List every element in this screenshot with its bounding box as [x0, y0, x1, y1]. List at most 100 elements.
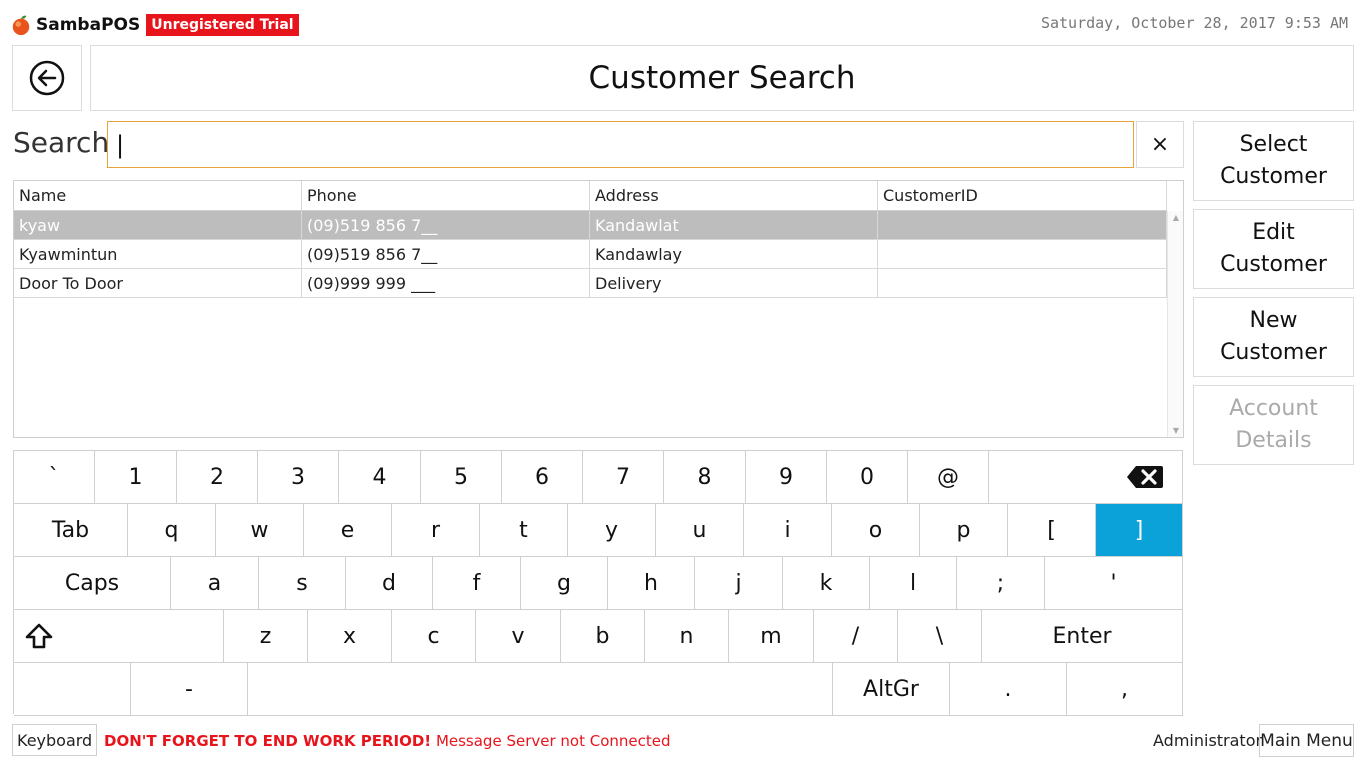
back-arrow-icon [29, 60, 65, 96]
back-button[interactable] [12, 45, 82, 111]
key-backspace[interactable] [989, 451, 1183, 504]
key-backslash[interactable]: \ [898, 610, 982, 663]
keyboard-row-3: Caps a s d f g h j k l ; ' [14, 557, 1183, 610]
apple-logo-icon [12, 15, 30, 36]
cell-phone: (09)519 856 7__ [302, 211, 590, 239]
scroll-down-icon[interactable]: ▼ [1168, 426, 1183, 435]
key-caps[interactable]: Caps [14, 557, 171, 610]
cell-name: Kyawmintun [14, 240, 302, 268]
cell-address: Delivery [590, 269, 878, 297]
cell-address: Kandawlat [590, 211, 878, 239]
on-screen-keyboard: ` 1 2 3 4 5 6 7 8 9 0 @ Tab q w e r t y … [13, 450, 1183, 716]
cell-phone: (09)519 856 7__ [302, 240, 590, 268]
key-altgr[interactable]: AltGr [833, 663, 950, 716]
key-a[interactable]: a [171, 557, 259, 610]
key-b[interactable]: b [561, 610, 645, 663]
customer-table: Name Phone Address CustomerID kyaw (09)5… [13, 180, 1184, 438]
key-h[interactable]: h [608, 557, 695, 610]
select-customer-button[interactable]: Select Customer [1193, 121, 1354, 201]
key-at[interactable]: @ [908, 451, 989, 504]
status-message: DON'T FORGET TO END WORK PERIOD! Message… [104, 732, 671, 750]
column-header-address[interactable]: Address [590, 181, 878, 210]
keyboard-row-5: - AltGr . , [14, 663, 1183, 716]
clear-search-button[interactable]: × [1136, 121, 1184, 168]
key-4[interactable]: 4 [339, 451, 421, 504]
cell-phone: (09)999 999 ___ [302, 269, 590, 297]
key-0[interactable]: 0 [827, 451, 908, 504]
keyboard-toggle-button[interactable]: Keyboard [12, 724, 98, 756]
key-g[interactable]: g [521, 557, 608, 610]
key-w[interactable]: w [216, 504, 304, 557]
new-customer-button[interactable]: New Customer [1193, 297, 1354, 377]
cell-customer-id [878, 211, 1167, 239]
key-period[interactable]: . [950, 663, 1067, 716]
key-i[interactable]: i [744, 504, 832, 557]
datetime: Saturday, October 28, 2017 9:53 AM [1040, 14, 1348, 32]
key-semicolon[interactable]: ; [957, 557, 1045, 610]
key-p[interactable]: p [920, 504, 1008, 557]
key-n[interactable]: n [645, 610, 729, 663]
key-x[interactable]: x [308, 610, 392, 663]
key-blank-left[interactable] [14, 663, 131, 716]
message-server-status: Message Server not Connected [435, 732, 671, 750]
table-row[interactable]: kyaw (09)519 856 7__ Kandawlat [14, 211, 1167, 240]
key-6[interactable]: 6 [502, 451, 583, 504]
key-open-bracket[interactable]: [ [1008, 504, 1096, 557]
key-c[interactable]: c [392, 610, 476, 663]
vertical-scrollbar[interactable]: ▲ ▼ [1167, 211, 1183, 437]
table-row[interactable]: Kyawmintun (09)519 856 7__ Kandawlay [14, 240, 1167, 269]
key-m[interactable]: m [729, 610, 814, 663]
brand: SambaPOS Unregistered Trial [10, 10, 299, 40]
key-e[interactable]: e [304, 504, 392, 557]
key-k[interactable]: k [783, 557, 870, 610]
key-s[interactable]: s [259, 557, 346, 610]
trial-badge: Unregistered Trial [146, 14, 299, 36]
key-space[interactable] [248, 663, 833, 716]
edit-customer-button[interactable]: Edit Customer [1193, 209, 1354, 289]
key-o[interactable]: o [832, 504, 920, 557]
main-menu-button[interactable]: Main Menu [1259, 724, 1354, 757]
key-2[interactable]: 2 [177, 451, 258, 504]
key-v[interactable]: v [476, 610, 561, 663]
column-header-phone[interactable]: Phone [302, 181, 590, 210]
key-f[interactable]: f [433, 557, 521, 610]
search-label: Search [13, 126, 110, 159]
search-input[interactable]: | [107, 121, 1134, 168]
key-q[interactable]: q [128, 504, 216, 557]
keyboard-row-1: ` 1 2 3 4 5 6 7 8 9 0 @ [14, 451, 1183, 504]
key-d[interactable]: d [346, 557, 433, 610]
user-label: Administrator [1153, 731, 1263, 750]
key-t[interactable]: t [480, 504, 568, 557]
key-shift[interactable] [14, 610, 224, 663]
key-l[interactable]: l [870, 557, 957, 610]
key-enter[interactable]: Enter [982, 610, 1183, 663]
table-row[interactable]: Door To Door (09)999 999 ___ Delivery [14, 269, 1167, 298]
backspace-icon [1127, 466, 1163, 488]
key-y[interactable]: y [568, 504, 656, 557]
account-details-button[interactable]: Account Details [1193, 385, 1354, 465]
keyboard-row-2: Tab q w e r t y u i o p [ ] [14, 504, 1183, 557]
key-7[interactable]: 7 [583, 451, 664, 504]
shift-icon [25, 623, 53, 649]
key-slash[interactable]: / [814, 610, 898, 663]
column-header-customer-id[interactable]: CustomerID [878, 181, 1167, 210]
cell-name: Door To Door [14, 269, 302, 297]
scroll-up-icon[interactable]: ▲ [1168, 213, 1183, 222]
key-close-bracket[interactable]: ] [1096, 504, 1183, 557]
key-j[interactable]: j [695, 557, 783, 610]
key-u[interactable]: u [656, 504, 744, 557]
key-r[interactable]: r [392, 504, 480, 557]
key-backtick[interactable]: ` [14, 451, 95, 504]
key-3[interactable]: 3 [258, 451, 339, 504]
key-9[interactable]: 9 [746, 451, 827, 504]
cell-name: kyaw [14, 211, 302, 239]
key-5[interactable]: 5 [421, 451, 502, 504]
key-apostrophe[interactable]: ' [1045, 557, 1183, 610]
key-8[interactable]: 8 [664, 451, 746, 504]
key-z[interactable]: z [224, 610, 308, 663]
column-header-name[interactable]: Name [14, 181, 302, 210]
key-tab[interactable]: Tab [14, 504, 128, 557]
key-comma[interactable]: , [1067, 663, 1183, 716]
key-1[interactable]: 1 [95, 451, 177, 504]
key-minus[interactable]: - [131, 663, 248, 716]
